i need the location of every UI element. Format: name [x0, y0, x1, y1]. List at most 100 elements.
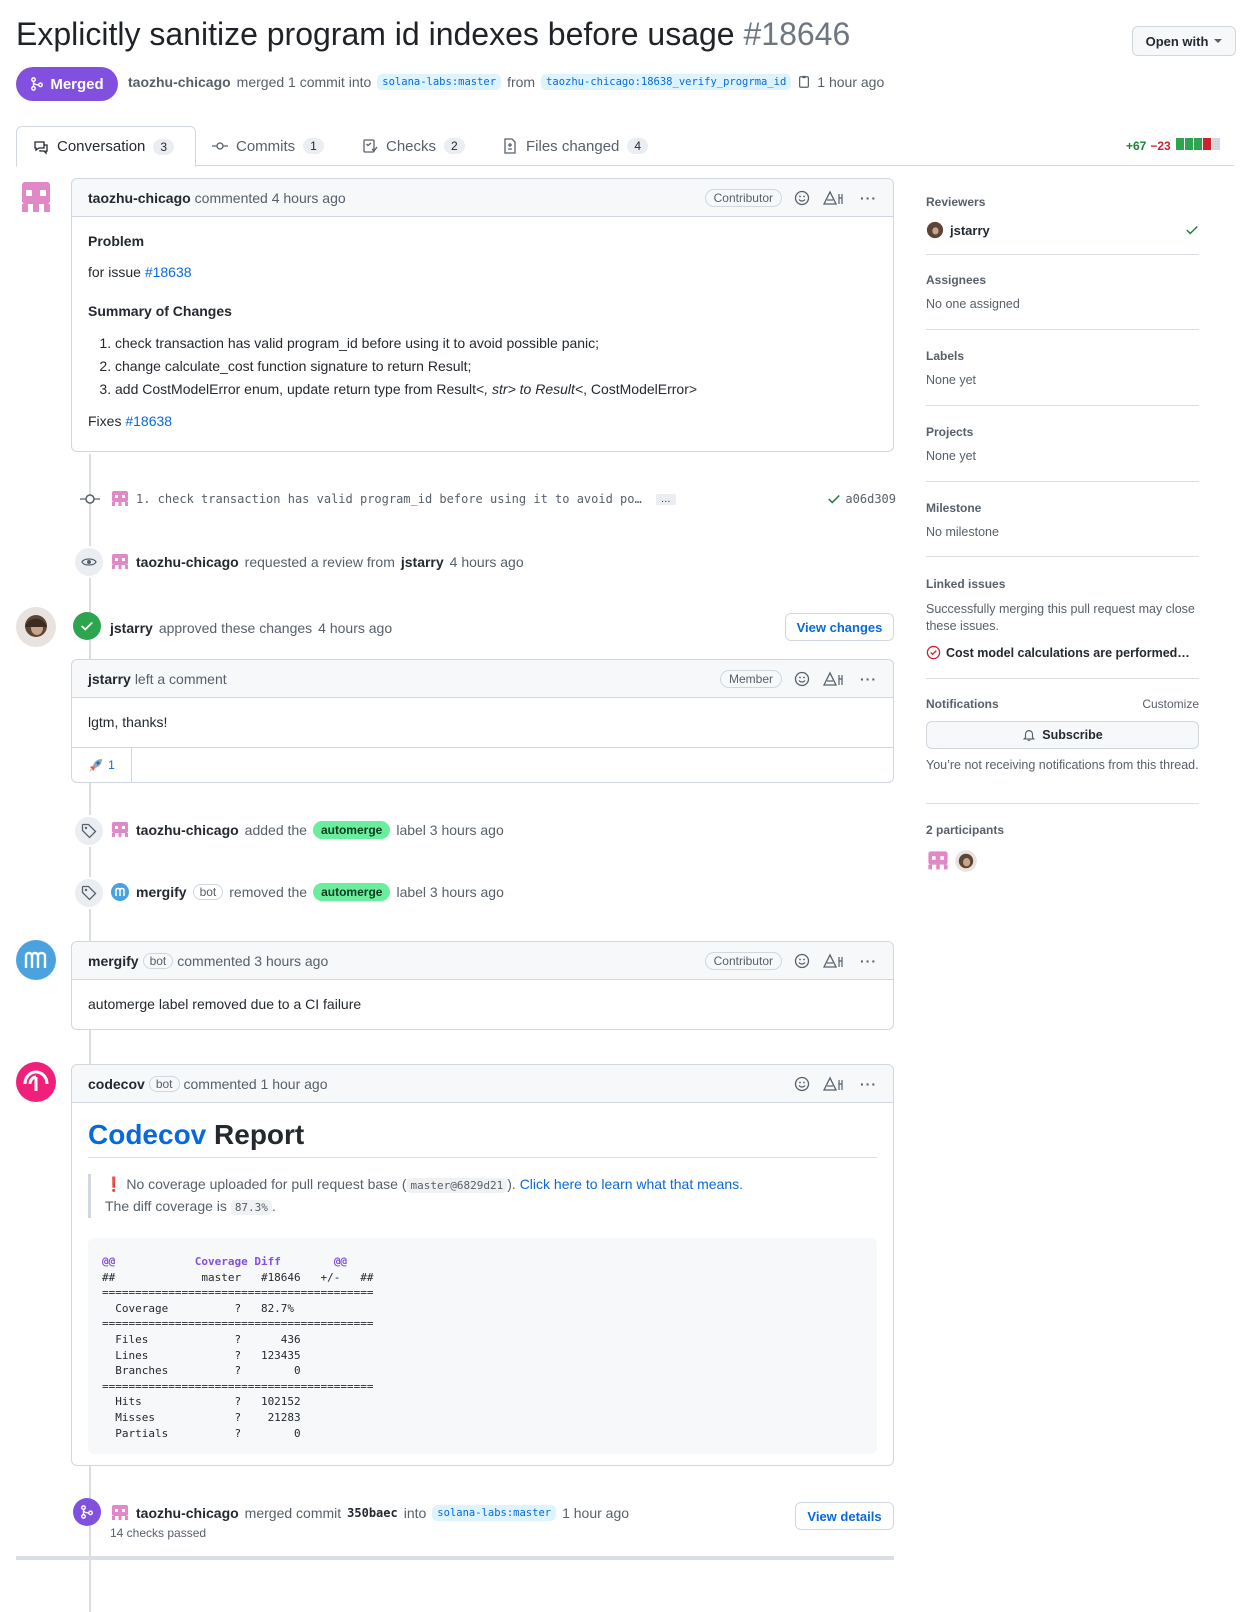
linked-issue-link[interactable]: Cost model calculations are performed… — [946, 646, 1190, 660]
kebab-menu-icon[interactable]: ··· — [860, 1076, 877, 1092]
comment-timestamp[interactable]: commented 4 hours ago — [195, 190, 346, 206]
diff-coverage-text: The diff coverage is — [105, 1198, 227, 1214]
fixes-link[interactable]: #18638 — [125, 413, 172, 429]
translate-icon[interactable] — [822, 1076, 848, 1092]
tab-label: Checks — [386, 137, 437, 155]
event-into: into — [403, 1505, 427, 1521]
additions-count: +67 — [1126, 138, 1147, 153]
label-removed-event: mergify bot removed the automerge label … — [110, 882, 504, 902]
comment-author[interactable]: taozhu-chicago — [88, 190, 191, 206]
customize-link[interactable]: Customize — [1142, 697, 1199, 711]
event-reviewer[interactable]: jstarry — [401, 554, 444, 570]
taozhu-mini-avatar[interactable] — [110, 552, 130, 572]
smiley-icon[interactable] — [794, 953, 810, 969]
head-branch[interactable]: taozhu-chicago:18638_verify_progrma_id — [541, 74, 792, 90]
assignees-heading[interactable]: Assignees — [926, 273, 1199, 287]
reviewers-heading[interactable]: Reviewers — [926, 195, 1199, 209]
jstarry-avatar[interactable] — [16, 607, 56, 647]
comment-timestamp[interactable]: commented 1 hour ago — [184, 1076, 328, 1092]
smiley-icon[interactable] — [794, 1076, 810, 1092]
tab-label: Files changed — [526, 137, 620, 155]
automerge-label[interactable]: automerge — [313, 883, 391, 901]
label-added-event: taozhu-chicago added the automerge label… — [110, 820, 504, 840]
tab-commits[interactable]: Commits 1 — [196, 126, 340, 166]
event-author[interactable]: taozhu-chicago — [136, 554, 239, 570]
merge-event: taozhu-chicago merged commit 350baec int… — [110, 1503, 629, 1523]
event-time[interactable]: 4 hours ago — [318, 620, 392, 636]
commit-message[interactable]: 1. check transaction has valid program_i… — [136, 492, 642, 506]
merge-commit-sha[interactable]: 350baec — [347, 1506, 398, 1520]
comment-author[interactable]: jstarry — [88, 671, 131, 687]
taozhu-mini-avatar[interactable] — [110, 820, 130, 840]
mergify-mini-avatar[interactable] — [110, 882, 130, 902]
tab-bar: Conversation 3 Commits 1 Checks 2 Files … — [16, 126, 1234, 167]
view-details-button[interactable]: View details — [795, 1502, 894, 1530]
labels-value: None yet — [926, 373, 977, 387]
check-icon[interactable] — [827, 492, 841, 506]
reviewer-name[interactable]: jstarry — [950, 223, 990, 238]
translate-icon[interactable] — [822, 190, 848, 206]
tab-label: Conversation — [57, 138, 146, 155]
copy-icon[interactable] — [797, 75, 811, 89]
event-author[interactable]: taozhu-chicago — [136, 1505, 239, 1521]
event-author[interactable]: jstarry — [110, 620, 153, 636]
taozhu-participant-avatar[interactable] — [926, 849, 950, 873]
learn-more-link[interactable]: Click here to learn what that means. — [520, 1176, 743, 1192]
kebab-menu-icon[interactable]: ··· — [860, 953, 877, 969]
commit-sha[interactable]: a06d309 — [845, 492, 896, 506]
open-with-button[interactable]: Open with — [1132, 26, 1236, 56]
mergify-avatar[interactable] — [16, 940, 56, 980]
taozhu-mini-avatar[interactable] — [110, 489, 130, 509]
subscribe-button[interactable]: Subscribe — [926, 721, 1199, 749]
item3-part-c: , CostModelError> — [583, 381, 698, 397]
taozhu-mini-avatar[interactable] — [110, 1503, 130, 1523]
labels-heading[interactable]: Labels — [926, 349, 1199, 363]
translate-icon[interactable] — [822, 953, 848, 969]
automerge-label[interactable]: automerge — [312, 821, 391, 839]
page-title: Explicitly sanitize program id indexes b… — [16, 16, 850, 53]
event-time[interactable]: 4 hours ago — [450, 554, 524, 570]
milestone-heading[interactable]: Milestone — [926, 501, 1199, 515]
kebab-menu-icon[interactable]: ··· — [860, 671, 877, 687]
jstarry-mini-avatar[interactable] — [926, 221, 944, 239]
target-branch[interactable]: solana-labs:master — [432, 1505, 557, 1521]
expand-commit-button[interactable]: … — [655, 493, 676, 505]
reactions-bar: 1 — [72, 747, 893, 782]
view-changes-button[interactable]: View changes — [785, 613, 894, 641]
sidebar-notifications: Notifications Customize Subscribe You’re… — [926, 697, 1199, 774]
bot-badge: bot — [192, 884, 224, 900]
linked-issues-heading[interactable]: Linked issues — [926, 577, 1199, 591]
projects-value: None yet — [926, 449, 977, 463]
sidebar-divider — [926, 678, 1199, 679]
author-link[interactable]: taozhu-chicago — [128, 74, 231, 90]
caret-down-icon — [1214, 39, 1223, 43]
translate-icon[interactable] — [822, 671, 848, 687]
event-text: merged commit — [244, 1505, 342, 1521]
codecov-avatar[interactable] — [16, 1062, 56, 1102]
taozhu-avatar[interactable] — [16, 178, 56, 218]
tab-checks[interactable]: Checks 2 — [346, 126, 481, 166]
codecov-link[interactable]: Codecov — [88, 1119, 206, 1150]
sidebar-divider — [926, 556, 1199, 557]
comment-author[interactable]: mergify — [88, 953, 139, 969]
issue-link[interactable]: #18638 — [145, 264, 192, 280]
comment-timestamp[interactable]: commented 3 hours ago — [177, 953, 328, 969]
sidebar-milestone: Milestone No milestone — [926, 501, 1199, 539]
checks-status[interactable]: 14 checks passed — [110, 1526, 206, 1540]
rocket-reaction[interactable]: 1 — [72, 748, 132, 782]
tab-conversation[interactable]: Conversation 3 — [16, 126, 196, 167]
projects-heading[interactable]: Projects — [926, 425, 1199, 439]
smiley-icon[interactable] — [794, 671, 810, 687]
comment-body: lgtm, thanks! — [88, 714, 168, 730]
tab-files-changed[interactable]: Files changed 4 — [486, 126, 664, 166]
event-author[interactable]: mergify — [136, 884, 187, 900]
event-author[interactable]: taozhu-chicago — [136, 822, 239, 838]
kebab-menu-icon[interactable]: ··· — [860, 190, 877, 206]
problem-heading: Problem — [88, 233, 145, 249]
jstarry-participant-avatar[interactable] — [954, 849, 978, 873]
list-item: change calculate_cost function signature… — [115, 355, 877, 378]
comment-author[interactable]: codecov — [88, 1076, 145, 1092]
smiley-icon[interactable] — [794, 190, 810, 206]
event-time[interactable]: 1 hour ago — [562, 1505, 629, 1521]
base-branch[interactable]: solana-labs:master — [377, 74, 502, 90]
